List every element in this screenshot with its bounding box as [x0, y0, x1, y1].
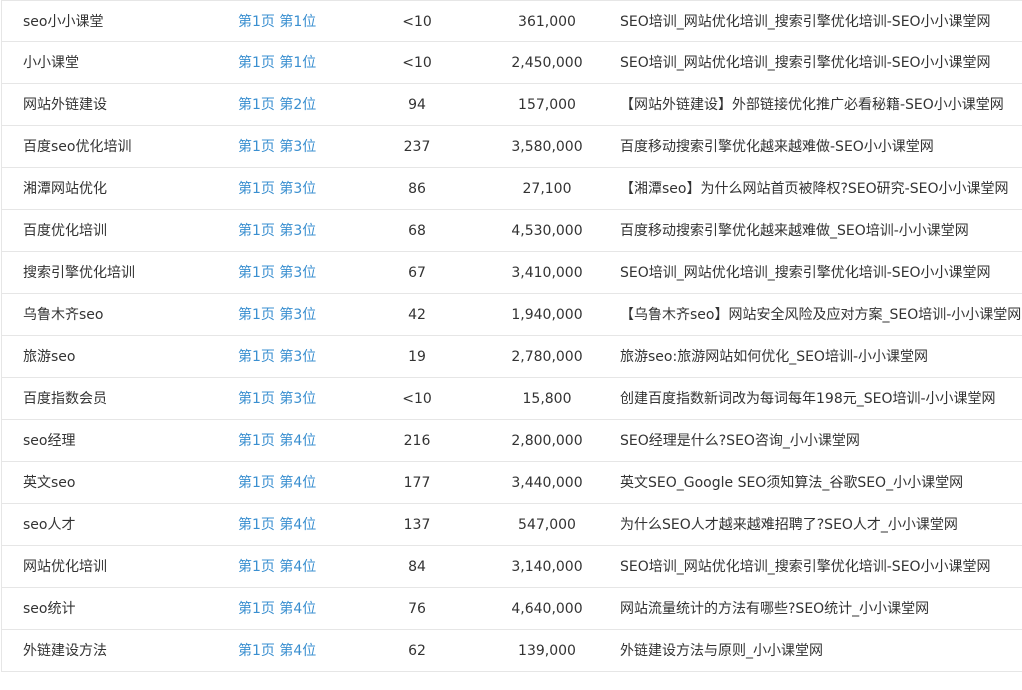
index-cell: 86 [408, 181, 426, 197]
rank-link[interactable]: 第1页 第4位 [238, 588, 378, 630]
page-title-cell: 【网站外链建设】外部链接优化推广必看秘籍-SEO小小课堂网 [620, 97, 1004, 113]
table-row: 搜索引擎优化培训 第1页 第3位 67 3,410,000 SEO培训_网站优化培训_搜… [2, 252, 1022, 294]
page-title-cell: 【乌鲁木齐seo】网站安全风险及应对方案_SEO培训-小小课堂网 [620, 307, 1022, 323]
index-cell: <10 [402, 14, 432, 30]
index-cell: 94 [408, 97, 426, 113]
results-cell: 4,530,000 [511, 223, 583, 239]
keyword-cell: 旅游seo [23, 349, 76, 365]
page-title-cell: 旅游seo:旅游网站如何优化_SEO培训-小小课堂网 [620, 349, 928, 365]
rank-link[interactable]: 第1页 第4位 [238, 462, 378, 504]
results-cell: 361,000 [518, 14, 576, 30]
index-cell: 237 [403, 139, 431, 155]
results-cell: 2,450,000 [511, 55, 583, 71]
rank-link[interactable]: 第1页 第4位 [238, 420, 378, 462]
rank-link[interactable]: 第1页 第3位 [238, 126, 378, 168]
page-title-cell: SEO培训_网站优化培训_搜索引擎优化培训-SEO小小课堂网 [620, 265, 991, 281]
page-title-cell: SEO培训_网站优化培训_搜索引擎优化培训-SEO小小课堂网 [620, 55, 991, 71]
rank-link[interactable]: 第1页 第4位 [238, 504, 378, 546]
keyword-cell: seo小小课堂 [23, 14, 104, 30]
keyword-cell: 外链建设方法 [23, 643, 107, 659]
index-cell: <10 [402, 55, 432, 71]
index-cell: 84 [408, 559, 426, 575]
page-title-cell: SEO培训_网站优化培训_搜索引擎优化培训-SEO小小课堂网 [620, 559, 991, 575]
page-title-cell: 网站流量统计的方法有哪些?SEO统计_小小课堂网 [620, 601, 930, 617]
index-cell: 42 [408, 307, 426, 323]
table-row: 百度指数会员 第1页 第3位 <10 15,800 创建百度指数新词改为每词每年198元… [2, 378, 1022, 420]
results-cell: 1,940,000 [511, 307, 583, 323]
index-cell: 177 [403, 475, 431, 491]
results-cell: 157,000 [518, 97, 576, 113]
page-title-cell: 百度移动搜索引擎优化越来越难做-SEO小小课堂网 [620, 139, 934, 155]
keyword-cell: 乌鲁木齐seo [23, 307, 104, 323]
table-row: 百度seo优化培训 第1页 第3位 237 3,580,000 百度移动搜索引擎优化越来… [2, 126, 1022, 168]
table-row: seo人才 第1页 第4位 137 547,000 为什么SEO人才越来越难招聘了?SE… [2, 504, 1022, 546]
keyword-cell: 英文seo [23, 475, 76, 491]
rank-link[interactable]: 第1页 第3位 [238, 336, 378, 378]
table-row: 百度优化培训 第1页 第3位 68 4,530,000 百度移动搜索引擎优化越来越难做_… [2, 210, 1022, 252]
results-cell: 2,780,000 [511, 349, 583, 365]
rank-link[interactable]: 第1页 第3位 [238, 378, 378, 420]
table-row: 网站外链建设 第1页 第2位 94 157,000 【网站外链建设】外部链接优化推广必看… [2, 84, 1022, 126]
results-cell: 2,800,000 [511, 433, 583, 449]
rank-link[interactable]: 第1页 第2位 [238, 84, 378, 126]
index-cell: 68 [408, 223, 426, 239]
index-cell: 216 [403, 433, 431, 449]
page-title-cell: 百度移动搜索引擎优化越来越难做_SEO培训-小小课堂网 [620, 223, 969, 239]
rank-link[interactable]: 第1页 第4位 [238, 630, 378, 672]
index-cell: 19 [408, 349, 426, 365]
page-title-cell: SEO培训_网站优化培训_搜索引擎优化培训-SEO小小课堂网 [620, 14, 991, 30]
page-title-cell: 【湘潭seo】为什么网站首页被降权?SEO研究-SEO小小课堂网 [620, 181, 1009, 197]
keyword-cell: 百度指数会员 [23, 391, 107, 407]
index-cell: 62 [408, 643, 426, 659]
rank-link[interactable]: 第1页 第3位 [238, 210, 378, 252]
keyword-cell: seo经理 [23, 433, 76, 449]
table-row: 外链建设方法 第1页 第4位 62 139,000 外链建设方法与原则_小小课堂网 [2, 630, 1022, 672]
keyword-cell: 搜索引擎优化培训 [23, 265, 135, 281]
results-cell: 139,000 [518, 643, 576, 659]
index-cell: <10 [402, 391, 432, 407]
index-cell: 137 [403, 517, 431, 533]
keyword-cell: 小小课堂 [23, 55, 79, 71]
rank-link[interactable]: 第1页 第3位 [238, 294, 378, 336]
table-row: 小小课堂 第1页 第1位 <10 2,450,000 SEO培训_网站优化培训_搜索引擎… [2, 42, 1022, 84]
results-cell: 27,100 [522, 181, 572, 197]
table-row: seo统计 第1页 第4位 76 4,640,000 网站流量统计的方法有哪些?SEO统… [2, 588, 1022, 630]
keyword-cell: 百度seo优化培训 [23, 139, 132, 155]
keyword-ranking-table: seo小小课堂 第1页 第1位 <10 361,000 SEO培训_网站优化培训_搜索引… [1, 0, 1022, 672]
keyword-cell: 湘潭网站优化 [23, 181, 107, 197]
index-cell: 76 [408, 601, 426, 617]
results-cell: 3,140,000 [511, 559, 583, 575]
table-row: 湘潭网站优化 第1页 第3位 86 27,100 【湘潭seo】为什么网站首页被降权?S… [2, 168, 1022, 210]
results-cell: 3,410,000 [511, 265, 583, 281]
keyword-cell: 网站优化培训 [23, 559, 107, 575]
table-row: 网站优化培训 第1页 第4位 84 3,140,000 SEO培训_网站优化培训_搜索引… [2, 546, 1022, 588]
table-row: seo小小课堂 第1页 第1位 <10 361,000 SEO培训_网站优化培训_搜索引… [2, 0, 1022, 42]
results-cell: 3,440,000 [511, 475, 583, 491]
page-title-cell: 外链建设方法与原则_小小课堂网 [620, 643, 823, 659]
index-cell: 67 [408, 265, 426, 281]
results-cell: 3,580,000 [511, 139, 583, 155]
page-title-cell: 英文SEO_Google SEO须知算法_谷歌SEO_小小课堂网 [620, 475, 964, 491]
table-row: 乌鲁木齐seo 第1页 第3位 42 1,940,000 【乌鲁木齐seo】网站安全风险… [2, 294, 1022, 336]
rank-link[interactable]: 第1页 第4位 [238, 546, 378, 588]
keyword-cell: seo人才 [23, 517, 76, 533]
table-row: 英文seo 第1页 第4位 177 3,440,000 英文SEO_Google SEO… [2, 462, 1022, 504]
table-row: seo经理 第1页 第4位 216 2,800,000 SEO经理是什么?SEO咨询_小… [2, 420, 1022, 462]
results-cell: 4,640,000 [511, 601, 583, 617]
keyword-cell: 百度优化培训 [23, 223, 107, 239]
results-cell: 15,800 [522, 391, 572, 407]
page-title-cell: SEO经理是什么?SEO咨询_小小课堂网 [620, 433, 860, 449]
rank-link[interactable]: 第1页 第1位 [238, 42, 378, 84]
page-title-cell: 创建百度指数新词改为每词每年198元_SEO培训-小小课堂网 [620, 391, 996, 407]
keyword-cell: 网站外链建设 [23, 97, 107, 113]
table-row: 旅游seo 第1页 第3位 19 2,780,000 旅游seo:旅游网站如何优化_SE… [2, 336, 1022, 378]
rank-link[interactable]: 第1页 第3位 [238, 168, 378, 210]
page-title-cell: 为什么SEO人才越来越难招聘了?SEO人才_小小课堂网 [620, 517, 958, 533]
rank-link[interactable]: 第1页 第1位 [238, 1, 378, 43]
keyword-cell: seo统计 [23, 601, 76, 617]
results-cell: 547,000 [518, 517, 576, 533]
rank-link[interactable]: 第1页 第3位 [238, 252, 378, 294]
